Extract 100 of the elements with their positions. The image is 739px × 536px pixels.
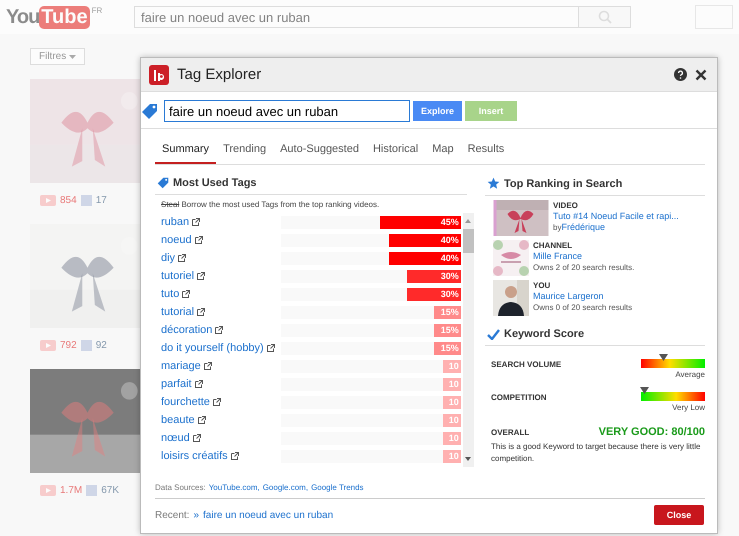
tag-link[interactable]: beaute	[161, 414, 195, 426]
metric-label: SEARCH VOLUME	[491, 360, 562, 369]
usage-bar: 15%	[434, 324, 461, 336]
section-title: Most Used Tags	[173, 177, 257, 189]
filter-button[interactable]: Filtres	[30, 48, 85, 65]
tag-icon	[157, 177, 169, 189]
tab[interactable]: Historical	[366, 137, 426, 164]
usage-bar: 10	[442, 396, 461, 408]
source-link[interactable]: YouTube.com,	[208, 483, 260, 492]
search-icon	[598, 10, 612, 24]
region-label: FR	[92, 6, 102, 14]
usage-bar: 15%	[434, 342, 461, 354]
view-count: 1.7M	[60, 485, 82, 496]
app-logo-icon	[149, 64, 169, 84]
result-type-label: YOU	[533, 280, 552, 291]
external-link-icon[interactable]	[230, 452, 239, 460]
external-link-icon[interactable]	[197, 308, 206, 316]
tag-link[interactable]: noeud	[161, 234, 192, 246]
result-link[interactable]: Mille France	[533, 251, 634, 262]
external-link-icon[interactable]	[212, 398, 221, 406]
tab[interactable]: Map	[425, 137, 461, 164]
result-note: Owns 0 of 20 search results	[533, 302, 632, 313]
description-text: Steal Borrow the most used Tags from the top ranking videos.	[161, 200, 380, 209]
score-explanation: This is a good Keyword to target because there is very little competition.	[491, 441, 702, 465]
external-link-icon[interactable]	[178, 254, 186, 262]
source-link[interactable]: Google Trends	[311, 483, 364, 492]
usage-bar: 10	[442, 414, 461, 426]
share-count: 67K	[101, 485, 120, 496]
result-type-label: CHANNEL	[533, 240, 574, 251]
tag-link[interactable]: décoration	[161, 324, 212, 336]
scrollbar[interactable]	[462, 213, 474, 467]
play-icon	[40, 195, 56, 206]
tag-link[interactable]: tutorial	[161, 306, 194, 318]
tab[interactable]: Summary	[155, 137, 216, 164]
caret-icon	[69, 55, 76, 59]
external-link-icon[interactable]	[215, 326, 224, 334]
result-type-label: VIDEO	[553, 200, 579, 211]
tab[interactable]: Trending	[216, 137, 274, 164]
star-icon	[487, 177, 500, 190]
external-link-icon[interactable]	[197, 272, 206, 280]
sources-label: Data Sources:	[155, 483, 206, 492]
facebook-icon	[86, 485, 98, 496]
result-link[interactable]: Maurice Largeron	[533, 291, 632, 302]
search-field[interactable]: faire un noeud avec un ruban	[134, 6, 579, 28]
metric-label: COMPETITION	[491, 393, 547, 402]
external-link-icon[interactable]	[182, 290, 190, 298]
tag-link[interactable]: tutoriel	[161, 270, 194, 282]
usage-bar: 40%	[388, 234, 461, 246]
keyword-input[interactable]: faire un noeud avec un ruban	[164, 100, 410, 122]
usage-bar: 40%	[388, 252, 461, 264]
result-link[interactable]: Tuto #14 Noeud Facile et rapi...	[553, 211, 679, 222]
overall-score: VERY GOOD: 80/100	[598, 426, 705, 438]
usage-bar: 30%	[406, 270, 461, 282]
tag-link[interactable]: do it yourself (hobby)	[161, 342, 264, 354]
external-link-icon[interactable]	[204, 362, 212, 370]
tag-link[interactable]: loisirs créatifs	[161, 450, 228, 462]
external-link-icon[interactable]	[192, 434, 201, 442]
section-title: Top Ranking in Search	[504, 178, 622, 190]
tag-link[interactable]: ruban	[161, 216, 190, 228]
recent-search-link[interactable]: faire un noeud avec un ruban	[203, 510, 334, 520]
close-button[interactable]: Close	[654, 505, 704, 525]
view-count: 792	[60, 340, 77, 351]
recent-label: Recent:	[155, 510, 190, 520]
external-link-icon[interactable]	[198, 416, 206, 424]
usage-bar: 10	[442, 378, 461, 390]
tag-link[interactable]: mariage	[161, 360, 201, 372]
usage-bar: 10	[442, 432, 461, 444]
author-link[interactable]: Frédérique	[561, 222, 605, 233]
source-link[interactable]: Google.com,	[262, 483, 308, 492]
logo-text: Tube	[39, 6, 90, 28]
meter-reading: Very Low	[672, 403, 705, 412]
external-link-icon[interactable]	[194, 236, 203, 244]
tag-link[interactable]: tuto	[161, 288, 180, 300]
metric-label: OVERALL	[491, 428, 530, 437]
explore-button[interactable]: Explore	[413, 101, 462, 121]
external-link-icon[interactable]	[194, 380, 203, 388]
external-link-icon[interactable]	[266, 344, 275, 352]
view-count: 854	[60, 195, 77, 206]
help-icon[interactable]	[674, 68, 687, 81]
tag-link[interactable]: nœud	[161, 432, 190, 444]
tab[interactable]: Auto-Suggested	[273, 137, 366, 164]
byline-text: by	[553, 222, 562, 233]
usage-bar: 10	[442, 450, 461, 462]
usage-bar: 15%	[434, 306, 461, 318]
share-count: 92	[96, 340, 107, 351]
tab[interactable]: Results	[460, 137, 512, 164]
section-title: Keyword Score	[504, 328, 584, 340]
facebook-icon	[80, 340, 92, 351]
recent-marker: »	[193, 510, 200, 520]
dialog-title: Tag Explorer	[177, 66, 262, 83]
external-link-icon[interactable]	[192, 218, 200, 226]
meter-reading: Average	[675, 370, 705, 379]
close-icon[interactable]	[695, 68, 707, 80]
tag-link[interactable]: parfait	[161, 378, 192, 390]
logo-text: You	[6, 6, 40, 28]
tag-link[interactable]: diy	[161, 252, 176, 264]
play-icon	[40, 485, 56, 496]
tag-link[interactable]: fourchette	[161, 396, 210, 408]
usage-bar: 10	[442, 360, 461, 372]
play-icon	[40, 340, 56, 351]
